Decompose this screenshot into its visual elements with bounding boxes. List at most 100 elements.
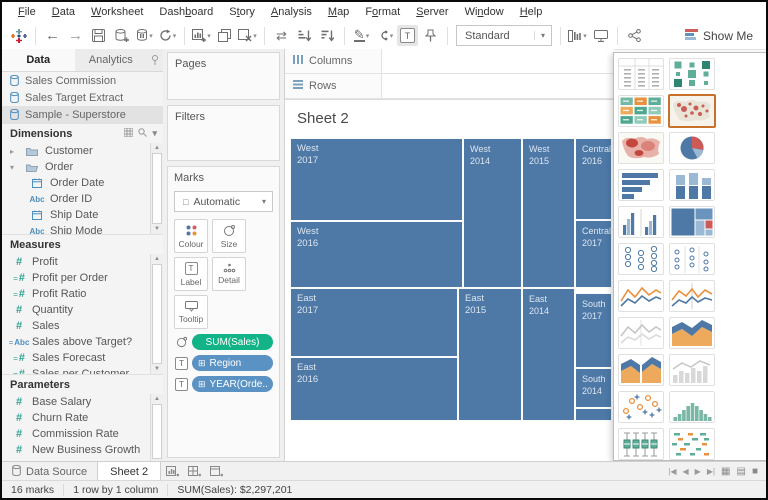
showme-side-by-side-circles[interactable] [669, 243, 715, 275]
sort-ascending-icon[interactable] [294, 25, 315, 46]
menu-dashboard[interactable]: Dashboard [151, 3, 221, 21]
treemap-cell-east-2016[interactable]: East 2016 [290, 357, 458, 421]
treemap-cell-small[interactable] [575, 408, 612, 421]
columns-shelf[interactable] [382, 49, 614, 73]
new-worksheet-button[interactable] [161, 462, 183, 481]
showme-stacked-bars[interactable] [669, 169, 715, 201]
prev-tab-icon[interactable]: ◀ [683, 467, 689, 476]
group-members-icon[interactable]: ▾ [374, 25, 395, 46]
field-profit[interactable]: # Profit [2, 254, 163, 270]
detail-button[interactable]: Detail [212, 257, 246, 291]
first-tab-icon[interactable]: |◀ [668, 467, 676, 476]
field-new-business-growth[interactable]: # New Business Growth [2, 442, 163, 458]
expand-icon[interactable]: ▸ [10, 147, 19, 156]
pages-shelf[interactable]: Pages [167, 52, 280, 100]
datasource-sample-superstore[interactable]: Sample - Superstore [2, 106, 163, 123]
pin-icon[interactable] [147, 49, 163, 71]
treemap-cell-central-2017[interactable]: Central 2017 [575, 220, 612, 288]
tableau-logo-icon[interactable] [8, 25, 29, 46]
showme-dual-combination[interactable] [669, 354, 715, 386]
treemap-cell-west-2015[interactable]: West 2015 [522, 138, 575, 288]
treemap-cell-west-2014[interactable]: West 2014 [463, 138, 522, 288]
save-icon[interactable] [88, 25, 109, 46]
treemap-cell-west-2016[interactable]: West 2016 [290, 221, 463, 288]
pill-region[interactable]: ⊞ Region [192, 355, 273, 371]
tab-analytics[interactable]: Analytics [75, 49, 148, 71]
hierarchy-plus-icon[interactable]: ⊞ [198, 358, 206, 369]
showme-lines-continuous[interactable] [618, 280, 664, 312]
field-customer[interactable]: ▸ Customer [2, 143, 163, 159]
field-quantity[interactable]: # Quantity [2, 302, 163, 318]
tab-data[interactable]: Data [2, 49, 75, 71]
showme-gantt[interactable] [669, 428, 715, 460]
collapse-icon[interactable]: ▾ [10, 163, 19, 172]
show-filmstrip-icon[interactable]: ▤ [737, 466, 746, 477]
forward-icon[interactable]: → [65, 25, 86, 46]
showme-treemap[interactable] [669, 206, 715, 238]
showme-box-and-whisker[interactable] [618, 428, 664, 460]
show-mark-labels-icon[interactable]: T [397, 25, 418, 46]
showme-filled-map[interactable] [618, 132, 664, 164]
show-me-button[interactable]: Show Me [677, 26, 761, 45]
treemap-cell-west-2017[interactable]: West 2017 [290, 138, 463, 221]
colour-button[interactable]: Colour [174, 219, 208, 253]
new-story-button[interactable] [205, 462, 227, 481]
last-tab-icon[interactable]: ▶| [707, 467, 715, 476]
menu-help[interactable]: Help [512, 3, 551, 21]
field-churn-rate[interactable]: # Churn Rate [2, 410, 163, 426]
back-icon[interactable]: ← [42, 25, 63, 46]
menu-format[interactable]: Format [357, 3, 408, 21]
datasource-sales-target-extract[interactable]: Sales Target Extract [2, 89, 163, 106]
menu-analysis[interactable]: Analysis [263, 3, 320, 21]
treemap-cell-east-2015[interactable]: East 2015 [458, 288, 522, 421]
pill-sum-sales[interactable]: SUM(Sales) [192, 334, 273, 350]
chevron-down-icon[interactable]: ▾ [152, 128, 157, 139]
field-ship-mode[interactable]: Abc Ship Mode [2, 223, 163, 234]
field-profit-per-order[interactable]: =# Profit per Order [2, 270, 163, 286]
field-profit-ratio[interactable]: =# Profit Ratio [2, 286, 163, 302]
show-hide-cards-icon[interactable]: ▾ [567, 25, 588, 46]
field-sales-above-target[interactable]: =Abc Sales above Target? [2, 334, 163, 350]
presentation-mode-icon[interactable] [590, 25, 611, 46]
swap-rows-columns-icon[interactable]: ⇄ [271, 25, 292, 46]
treemap-cell-east-2014[interactable]: East 2014 [522, 288, 575, 421]
menu-story[interactable]: Story [221, 3, 263, 21]
pill-year-orde[interactable]: ⊞ YEAR(Orde.. [192, 376, 273, 392]
sort-descending-icon[interactable] [317, 25, 338, 46]
refresh-icon[interactable]: ▾ [157, 25, 178, 46]
scrollbar[interactable]: ▲▼ [150, 394, 163, 461]
menu-server[interactable]: Server [408, 3, 456, 21]
showme-horizontal-bars[interactable] [618, 169, 664, 201]
menu-file[interactable]: File [10, 3, 44, 21]
treemap-cell-central-2016[interactable]: Central 2016 [575, 138, 612, 220]
hierarchy-plus-icon[interactable]: ⊞ [198, 379, 206, 390]
treemap-cell-south-2014[interactable]: South 2014 [575, 368, 612, 408]
show-tabs-icon[interactable]: ■ [752, 466, 758, 477]
new-worksheet-icon[interactable]: ▾ [191, 25, 212, 46]
field-sales[interactable]: # Sales [2, 318, 163, 334]
field-order[interactable]: ▾ Order [2, 159, 163, 175]
share-icon[interactable] [624, 25, 645, 46]
clear-sheet-icon[interactable]: ▾ [237, 25, 258, 46]
chevron-down-icon[interactable]: ▾ [534, 31, 551, 40]
showme-symbol-map[interactable] [668, 94, 716, 128]
scrollbar[interactable]: ▲▼ [150, 143, 163, 234]
menu-window[interactable]: Window [457, 3, 512, 21]
field-base-salary[interactable]: # Base Salary [2, 394, 163, 410]
showme-dual-lines[interactable] [618, 317, 664, 349]
showme-area-continuous[interactable] [669, 317, 715, 349]
treemap-cell-east-2017[interactable]: East 2017 [290, 288, 458, 357]
datasource-tab[interactable]: Data Source [2, 462, 97, 481]
showme-text-table[interactable] [618, 58, 664, 90]
showme-area-discrete[interactable] [618, 354, 664, 386]
field-sales-per-customer[interactable]: =#Sales per Customer [2, 366, 163, 374]
size-button[interactable]: Size [212, 219, 246, 253]
tab-sheet2[interactable]: Sheet 2 [97, 462, 162, 481]
showme-highlight-table[interactable] [618, 95, 664, 127]
treemap-cell-south-2017[interactable]: South 2017 [575, 293, 612, 368]
showme-scatter-plot[interactable] [618, 391, 664, 423]
field-sales-forecast[interactable]: =# Sales Forecast [2, 350, 163, 366]
filters-shelf[interactable]: Filters [167, 105, 280, 161]
menu-worksheet[interactable]: Worksheet [83, 3, 151, 21]
mark-type-dropdown[interactable]: □ Automatic ▾ [174, 191, 273, 212]
